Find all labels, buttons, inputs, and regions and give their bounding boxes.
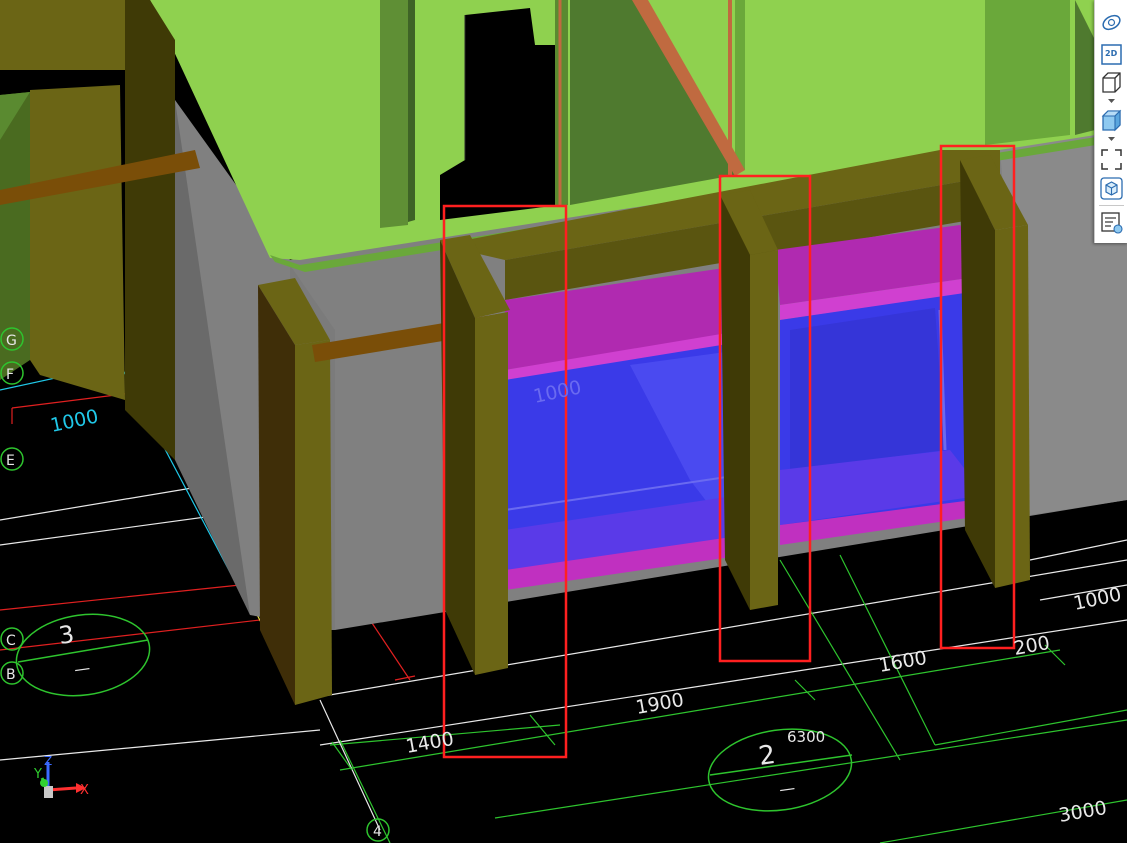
grid-label-E: E xyxy=(6,453,15,469)
grid-label-C: C xyxy=(6,633,16,649)
layer-properties-button[interactable] xyxy=(1099,210,1124,235)
section-marker-2-sub: — xyxy=(778,778,796,799)
grid-label-G: G xyxy=(6,333,17,349)
layer-properties-icon xyxy=(1101,212,1123,234)
axis-origin xyxy=(44,786,53,798)
grid-label-4: 4 xyxy=(373,824,382,840)
2d-label: 2D xyxy=(1105,49,1118,58)
grid-label-F: F xyxy=(6,367,14,383)
chevron-down-icon[interactable] xyxy=(1104,135,1119,144)
left-beam xyxy=(0,0,125,70)
view-cube-button[interactable] xyxy=(1099,176,1124,201)
view-2d-button[interactable]: 2D xyxy=(1099,42,1124,67)
column-c-side xyxy=(960,160,995,588)
column-a-front xyxy=(475,312,508,675)
dimension-6300: 6300 xyxy=(787,728,825,746)
wall-fin xyxy=(380,0,408,228)
y-axis-label: Y xyxy=(33,767,42,782)
3d-solid-view-icon xyxy=(1101,109,1122,132)
x-axis-label: X xyxy=(80,783,89,798)
column-c-front xyxy=(995,225,1030,588)
orbit-button[interactable] xyxy=(1099,10,1124,35)
3d-viewport[interactable]: G F E C B 4 3 — 2 — 6300 1000 1000 1400 … xyxy=(0,0,1127,843)
view-3d-solid-button[interactable] xyxy=(1099,108,1124,133)
grid-label-B: B xyxy=(6,667,16,683)
3d-box-view-icon xyxy=(1102,72,1121,93)
z-axis-label: Z xyxy=(44,754,52,768)
wall-panel-edge xyxy=(735,0,745,172)
zoom-extents-button[interactable] xyxy=(1099,147,1124,172)
view-3d-box-button[interactable] xyxy=(1099,70,1124,95)
view-cube-icon xyxy=(1100,177,1123,200)
chevron-down-icon[interactable] xyxy=(1104,97,1119,106)
wall-fin-shade xyxy=(408,0,415,222)
left-column-side xyxy=(125,0,175,460)
left-column xyxy=(30,85,125,400)
corner-column-front xyxy=(295,340,332,705)
column-b-front xyxy=(750,250,778,610)
view-toolbar: 2D xyxy=(1094,0,1127,243)
wall-panel-right xyxy=(985,0,1070,145)
section-marker-3-sub: — xyxy=(73,658,91,679)
zoom-extents-icon xyxy=(1101,149,1122,170)
toolbar-separator xyxy=(1099,205,1124,206)
orbit-icon xyxy=(1102,14,1121,31)
